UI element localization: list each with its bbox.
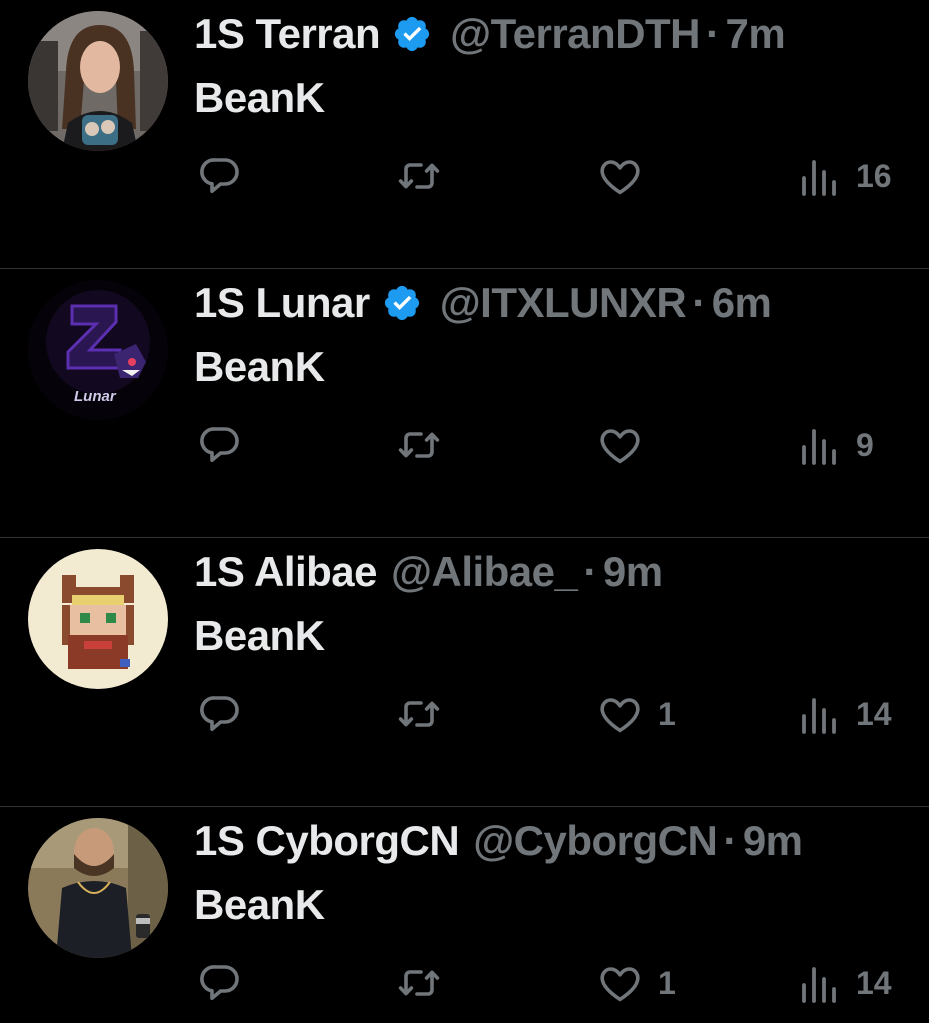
reply-button[interactable] [196, 955, 258, 1011]
reply-button[interactable] [196, 417, 258, 473]
retweet-button[interactable] [395, 686, 457, 742]
timestamp[interactable]: 9m [603, 548, 663, 596]
retweet-arrows-icon [395, 152, 443, 200]
views-button[interactable]: 16 [800, 148, 892, 204]
action-bar: 9 [0, 417, 929, 473]
retweet-arrows-icon [395, 959, 443, 1007]
retweet-arrows-icon [395, 421, 443, 469]
like-button[interactable]: 1 [596, 686, 676, 742]
user-handle[interactable]: @CyborgCN [473, 817, 718, 865]
tweet-header: 1S Lunar @ITXLUNXR · 6m [194, 277, 772, 329]
view-count: 16 [856, 157, 892, 194]
avatar-pixel-art [28, 549, 168, 689]
timestamp[interactable]: 6m [712, 279, 772, 327]
tweet[interactable]: 1S Alibae @Alibae_ · 9m BeanK 1 14 [0, 538, 929, 807]
user-handle[interactable]: @TerranDTH [450, 10, 700, 58]
reply-button[interactable] [196, 686, 258, 742]
heart-icon [596, 959, 644, 1007]
like-button[interactable] [596, 417, 658, 473]
heart-icon [596, 690, 644, 738]
timeline-feed: 1S Terran @TerranDTH · 7m BeanK 16 Lunar… [0, 0, 929, 1023]
tweet-text: BeanK [194, 881, 325, 928]
view-count: 9 [856, 426, 874, 463]
avatar[interactable] [28, 818, 168, 958]
separator-dot: · [723, 817, 737, 864]
display-name[interactable]: 1S Lunar [194, 279, 370, 327]
retweet-button[interactable] [395, 148, 457, 204]
action-bar: 16 [0, 148, 929, 204]
action-bar: 1 14 [0, 686, 929, 742]
reply-bubble-icon [196, 959, 244, 1007]
separator-dot: · [706, 10, 720, 57]
bar-chart-icon [800, 959, 842, 1007]
separator-dot: · [583, 548, 597, 595]
like-button[interactable]: 1 [596, 955, 676, 1011]
avatar[interactable] [28, 11, 168, 151]
views-button[interactable]: 14 [800, 686, 892, 742]
user-handle[interactable]: @ITXLUNXR [440, 279, 687, 327]
action-bar: 1 14 [0, 955, 929, 1011]
reply-bubble-icon [196, 421, 244, 469]
views-button[interactable]: 14 [800, 955, 892, 1011]
user-handle[interactable]: @Alibae_ [391, 548, 578, 596]
heart-icon [596, 152, 644, 200]
separator-dot: · [692, 279, 706, 326]
tweet[interactable]: 1S Terran @TerranDTH · 7m BeanK 16 [0, 0, 929, 269]
tweet-text: BeanK [194, 74, 325, 121]
verified-badge-icon [392, 14, 432, 54]
retweet-button[interactable] [395, 417, 457, 473]
avatar[interactable] [28, 549, 168, 689]
tweet-header: 1S CyborgCN @CyborgCN · 9m [194, 815, 803, 867]
bar-chart-icon [800, 152, 842, 200]
avatar-lunar-text: Lunar [74, 388, 116, 405]
retweet-arrows-icon [395, 690, 443, 738]
reply-bubble-icon [196, 690, 244, 738]
timestamp[interactable]: 7m [726, 10, 786, 58]
like-button[interactable] [596, 148, 658, 204]
verified-badge-icon [382, 283, 422, 323]
reply-button[interactable] [196, 148, 258, 204]
tweet-text: BeanK [194, 612, 325, 659]
retweet-button[interactable] [395, 955, 457, 1011]
views-button[interactable]: 9 [800, 417, 874, 473]
display-name[interactable]: 1S CyborgCN [194, 817, 460, 865]
avatar-photo-woman [28, 11, 168, 151]
display-name[interactable]: 1S Terran [194, 10, 381, 58]
tweet[interactable]: 1S CyborgCN @CyborgCN · 9m BeanK 1 14 [0, 807, 929, 1023]
avatar[interactable]: Lunar [28, 280, 168, 420]
tweet-header: 1S Terran @TerranDTH · 7m [194, 8, 786, 60]
heart-icon [596, 421, 644, 469]
tweet-header: 1S Alibae @Alibae_ · 9m [194, 546, 663, 598]
bar-chart-icon [800, 690, 842, 738]
tweet-text: BeanK [194, 343, 325, 390]
display-name[interactable]: 1S Alibae [194, 548, 378, 596]
tweet[interactable]: Lunar 1S Lunar @ITXLUNXR · 6m BeanK 9 [0, 269, 929, 538]
like-count: 1 [658, 695, 676, 732]
bar-chart-icon [800, 421, 842, 469]
avatar-photo-man [28, 818, 168, 958]
like-count: 1 [658, 964, 676, 1001]
view-count: 14 [856, 964, 892, 1001]
timestamp[interactable]: 9m [743, 817, 803, 865]
view-count: 14 [856, 695, 892, 732]
reply-bubble-icon [196, 152, 244, 200]
